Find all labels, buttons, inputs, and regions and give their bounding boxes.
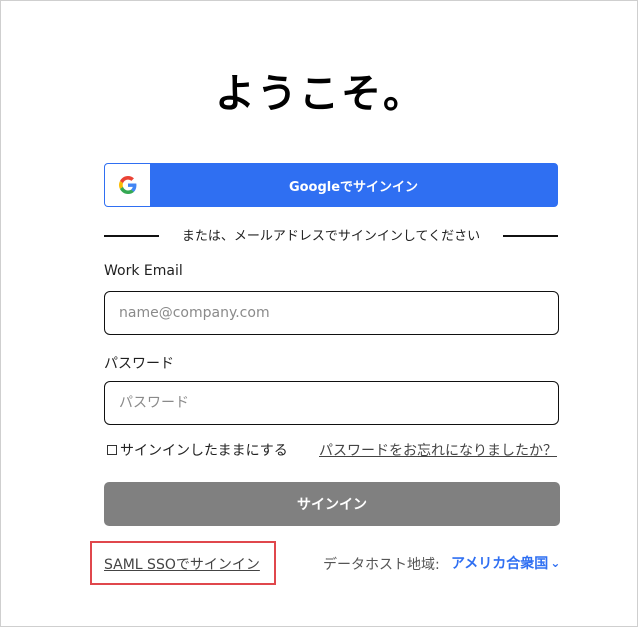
google-logo-icon: [118, 176, 136, 194]
google-signin-button[interactable]: Googleでサインイン: [104, 163, 558, 207]
divider-text: または、メールアドレスでサインインしてください: [181, 229, 481, 244]
divider-line-left: [104, 235, 159, 237]
email-label: Work Email: [104, 263, 183, 279]
or-divider: または、メールアドレスでサインインしてください: [104, 225, 558, 245]
login-panel: ようこそ。 Googleでサインイン または、メールアドレスでサインインしてくだ…: [0, 0, 638, 627]
email-field[interactable]: [104, 291, 559, 335]
remember-me[interactable]: サインインしたままにする: [107, 440, 288, 460]
password-label: パスワード: [104, 356, 174, 372]
divider-line-right: [503, 235, 558, 237]
data-region-value: アメリカ合衆国: [451, 556, 549, 572]
forgot-password-link[interactable]: パスワードをお忘れになりましたか？: [319, 440, 557, 460]
data-region-select[interactable]: アメリカ合衆国 ⌄: [451, 553, 559, 573]
saml-sso-link[interactable]: SAML SSOでサインイン: [104, 554, 260, 574]
data-region-label: データホスト地域:: [323, 557, 440, 573]
signin-button[interactable]: サインイン: [104, 482, 560, 526]
chevron-down-icon: ⌄: [550, 556, 559, 570]
password-field[interactable]: [104, 381, 559, 425]
page-title: ようこそ。: [215, 71, 425, 117]
google-signin-label: Googleでサインイン: [288, 179, 419, 195]
google-logo-container: [105, 164, 150, 206]
remember-me-label: サインインしたままにする: [120, 443, 288, 459]
remember-me-checkbox[interactable]: [107, 445, 117, 455]
